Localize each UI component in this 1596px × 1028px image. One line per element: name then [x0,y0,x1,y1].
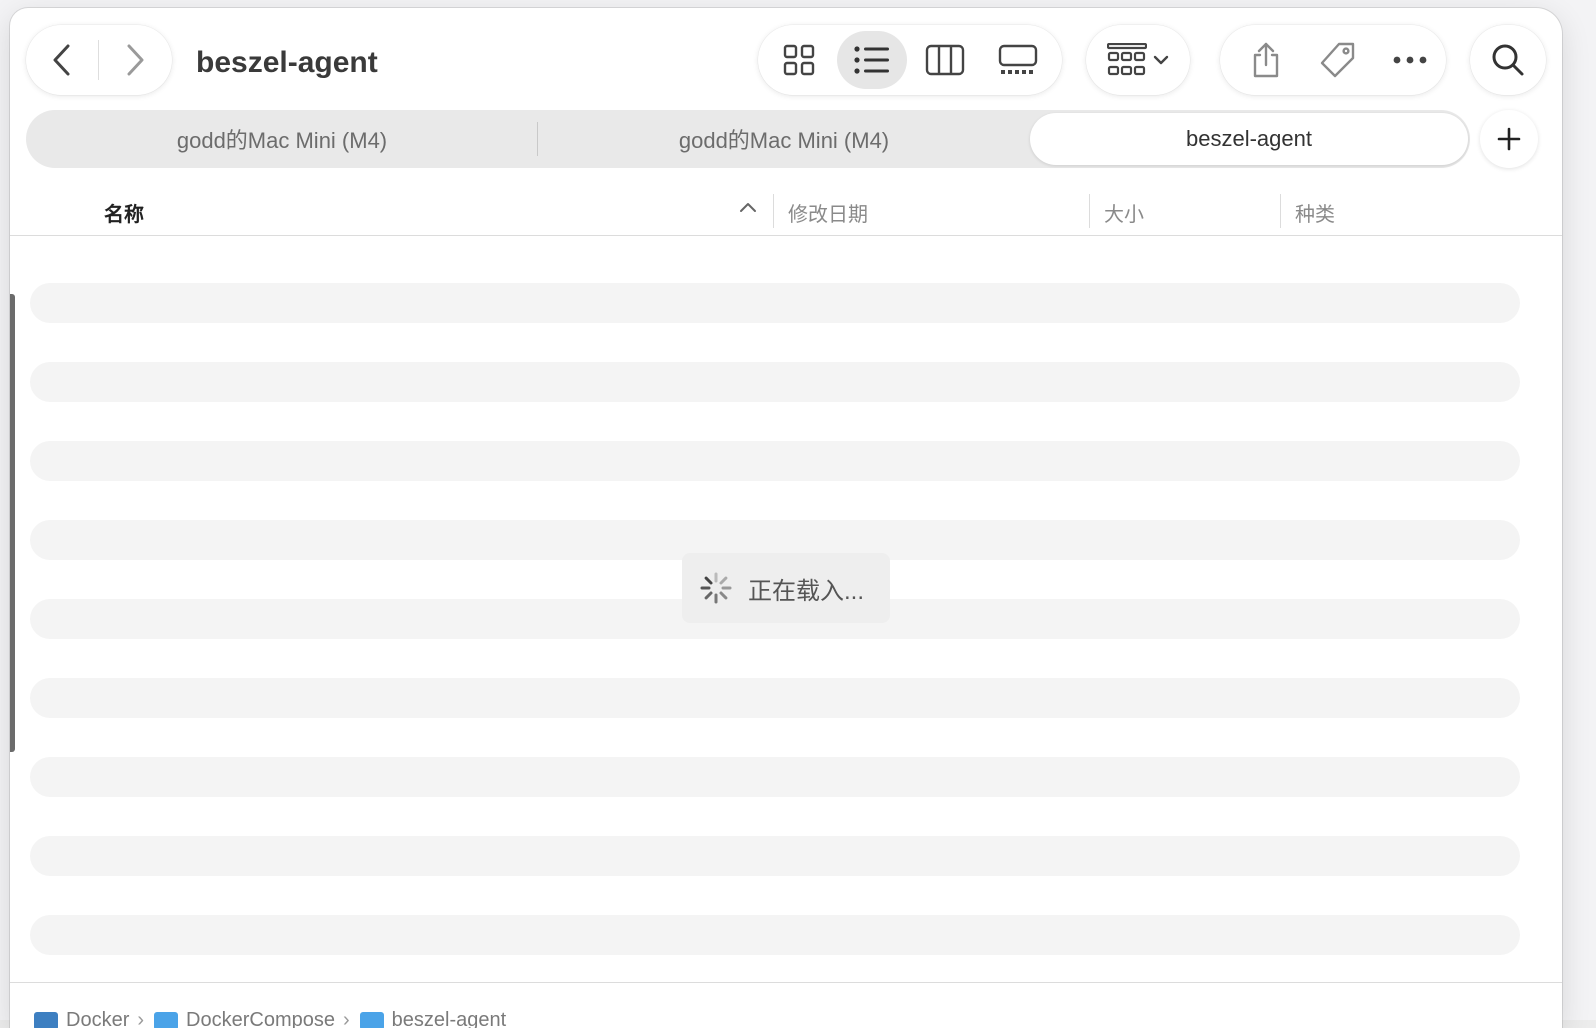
skeleton-row [30,915,1520,955]
column-divider[interactable] [1089,194,1090,228]
column-divider[interactable] [773,194,774,228]
forward-button[interactable] [99,25,171,95]
path-item-beszel-agent[interactable]: beszel-agent [360,1009,507,1028]
toolbar: beszel-agent [10,8,1562,108]
window-title: beszel-agent [196,46,378,80]
search-button[interactable] [1470,25,1546,95]
tab-3-active[interactable]: beszel-agent [1030,113,1468,165]
column-name[interactable]: 名称 [104,198,144,227]
column-kind[interactable]: 种类 [1295,198,1335,227]
navigation-group [26,25,172,95]
group-grid-icon [1107,43,1147,77]
list-icon [854,45,890,75]
back-button[interactable] [26,25,98,95]
plus-icon [1497,127,1521,151]
search-icon [1491,43,1525,77]
list-view-button[interactable] [837,31,907,89]
add-tab-button[interactable] [1480,110,1538,168]
chevron-down-icon [1153,54,1169,66]
gallery-icon [998,44,1038,76]
more-button[interactable] [1374,25,1446,95]
chevron-left-icon [51,43,73,77]
ellipsis-icon [1393,56,1427,64]
skeleton-row [30,757,1520,797]
group-button[interactable] [1086,25,1190,95]
sort-ascending-icon[interactable] [738,200,758,214]
path-item-docker[interactable]: Docker› [34,1009,144,1028]
column-header: 名称 修改日期 大小 种类 [10,182,1562,236]
tab-1[interactable]: godd的Mac Mini (M4) [26,110,538,168]
column-modified[interactable]: 修改日期 [788,198,868,227]
skeleton-row [30,283,1520,323]
path-item-dockercompose[interactable]: DockerCompose› [154,1009,350,1028]
tab-2[interactable]: godd的Mac Mini (M4) [538,110,1030,168]
loading-indicator: 正在载入... [682,553,890,623]
columns-icon [925,44,965,76]
share-icon [1250,41,1282,79]
tag-button[interactable] [1302,25,1374,95]
finder-window: beszel-agent [10,8,1562,1028]
skeleton-row [30,678,1520,718]
column-view-button[interactable] [910,31,980,89]
icon-view-button[interactable] [764,31,834,89]
grid-icon [783,44,815,76]
gallery-view-button[interactable] [983,31,1053,89]
skeleton-row [30,362,1520,402]
share-button[interactable] [1230,25,1302,95]
view-mode-group [758,25,1062,95]
loading-text: 正在载入... [748,571,864,606]
path-bar: Docker› DockerCompose› beszel-agent [10,982,1562,1028]
skeleton-row [30,836,1520,876]
chevron-right-icon [124,43,146,77]
column-size[interactable]: 大小 [1104,198,1144,227]
sidebar-edge [10,294,15,752]
actions-group [1220,25,1446,95]
skeleton-row [30,441,1520,481]
column-divider[interactable] [1280,194,1281,228]
spinner-icon [700,572,732,604]
tab-bar: godd的Mac Mini (M4) godd的Mac Mini (M4) be… [26,110,1470,168]
tag-icon [1319,41,1357,79]
